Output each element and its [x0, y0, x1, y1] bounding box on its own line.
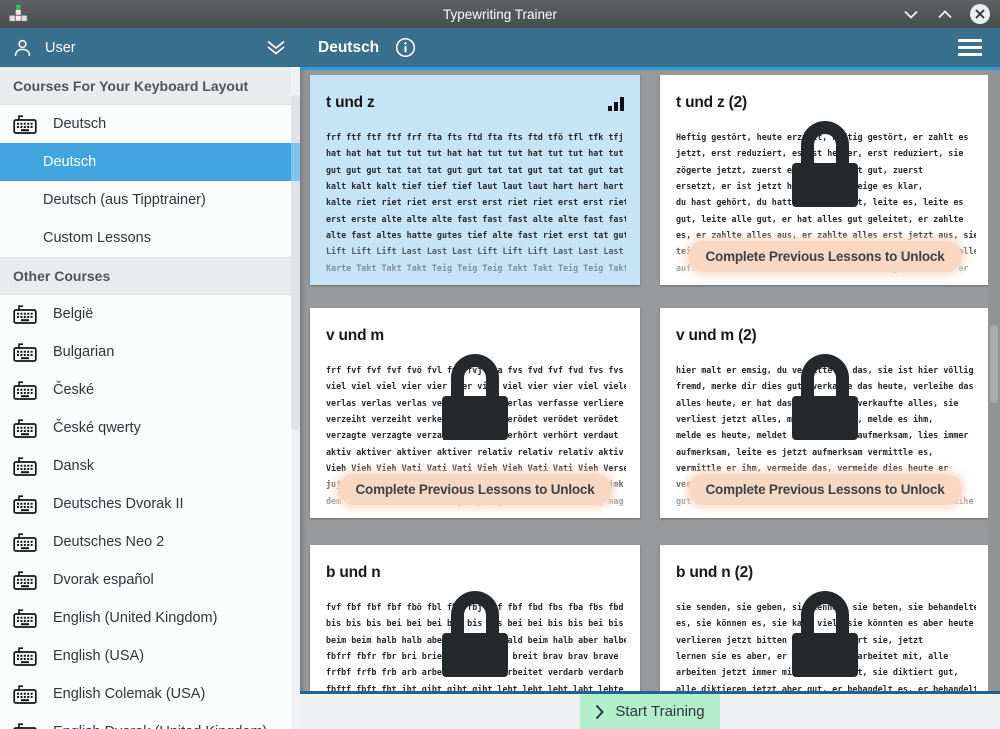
- sidebar-item-label: Deutsches Neo 2: [53, 534, 164, 550]
- sidebar-item-custom-lessons[interactable]: Custom Lessons: [0, 219, 300, 257]
- lesson-title: t und z (2): [660, 75, 990, 112]
- close-x-icon: [975, 9, 985, 19]
- keyboard-icon: [13, 341, 37, 363]
- course-header: Deutsch: [300, 28, 1000, 67]
- keyboard-icon: [13, 113, 37, 135]
- sidebar-item-bulgarian[interactable]: Bulgarian: [0, 333, 300, 371]
- typewriting-trainer-window: Typewriting Trainer User: [0, 0, 1000, 729]
- lesson-preview-text: frf ftf ftf ftf frf fta fts ftd fta fts …: [326, 129, 626, 285]
- course-title: Deutsch: [318, 39, 379, 57]
- sidebar-item-label: English Dvorak (United Kingdom): [53, 724, 267, 729]
- keyboard-icon: [13, 493, 37, 515]
- sidebar-item-label: Deutsch: [43, 154, 96, 170]
- start-training-label: Start Training: [615, 703, 704, 720]
- keyboard-icon: [13, 531, 37, 553]
- double-chevron-down-icon: [266, 40, 286, 55]
- keyboard-icon: [13, 607, 37, 629]
- course-list: Courses For Your Keyboard Layout Deutsch…: [0, 67, 300, 729]
- sidebar-item-esk[interactable]: České: [0, 371, 300, 409]
- keyboard-icon: [13, 721, 37, 729]
- sidebar-item-label: České qwerty: [53, 420, 141, 436]
- sidebar-item-label: Custom Lessons: [43, 230, 151, 246]
- lesson-card-t-und-z[interactable]: t und z frf ftf ftf ftf frf fta fts ftd …: [310, 75, 640, 285]
- keyboard-icon: [13, 645, 37, 667]
- unlock-notice-badge: Complete Previous Lessons to Unlock: [338, 474, 611, 505]
- lesson-title: v und m (2): [660, 308, 990, 345]
- bar-chart-icon: [608, 97, 624, 111]
- sidebar-section-courses-for-your-keyboard-layout: Courses For Your Keyboard Layout: [0, 67, 300, 105]
- lock-icon: [792, 121, 858, 207]
- sidebar-item-label: Bulgarian: [53, 344, 114, 360]
- keyboard-icon: [13, 379, 37, 401]
- sidebar-item-deutsch[interactable]: Deutsch: [0, 143, 300, 181]
- sidebar-item-dvorak-espa-ol[interactable]: Dvorak español: [0, 561, 300, 599]
- keyboard-icon: [13, 303, 37, 325]
- start-training-button[interactable]: Start Training: [580, 694, 720, 729]
- lesson-card-v-und-m[interactable]: v und m frf fvf fvf fvf fvö fvl fvk fvj …: [310, 308, 640, 518]
- sidebar-item-label: Dansk: [53, 458, 94, 474]
- window-title: Typewriting Trainer: [0, 7, 1000, 22]
- unlock-notice-badge: Complete Previous Lessons to Unlock: [688, 474, 961, 505]
- keyboard-icon: [13, 569, 37, 591]
- lock-icon: [792, 354, 858, 440]
- info-icon[interactable]: [395, 37, 416, 58]
- sidebar-item-deutsch[interactable]: Deutsch: [0, 105, 300, 143]
- lesson-title: t und z: [310, 75, 640, 112]
- keyboard-icon: [13, 417, 37, 439]
- lock-icon: [442, 591, 508, 677]
- sidebar-item-label: English (USA): [53, 648, 144, 664]
- keyboard-icon: [13, 455, 37, 477]
- keyboard-icon: [13, 683, 37, 705]
- sidebar-item-deutsches-neo-2[interactable]: Deutsches Neo 2: [0, 523, 300, 561]
- sidebar-item-label: België: [53, 306, 93, 322]
- sidebar-section-other-courses: Other Courses: [0, 257, 300, 295]
- lesson-scrollbar: [988, 70, 1000, 691]
- person-icon: [14, 39, 31, 57]
- sidebar-item-belgi[interactable]: België: [0, 295, 300, 333]
- minimize-button[interactable]: [902, 5, 920, 23]
- chevron-down-icon: [904, 10, 918, 19]
- user-label: User: [45, 40, 76, 56]
- maximize-button[interactable]: [936, 5, 954, 23]
- lesson-card-b-und-n-2[interactable]: b und n (2) sie senden, sie geben, sie k…: [660, 545, 990, 691]
- sidebar-item-english-usa[interactable]: English (USA): [0, 637, 300, 675]
- chevron-up-icon: [938, 10, 952, 19]
- lesson-card-v-und-m-2[interactable]: v und m (2) hier malt er emsig, du vermi…: [660, 308, 990, 518]
- sidebar-item-label: Dvorak español: [53, 572, 154, 588]
- titlebar[interactable]: Typewriting Trainer: [0, 0, 1000, 28]
- sidebar-item-label: Courses For Your Keyboard Layout: [13, 78, 248, 94]
- sidebar-item-dansk[interactable]: Dansk: [0, 447, 300, 485]
- lesson-card-b-und-n[interactable]: b und n fvf fbf fbf fbf fbö fbl fbk fbj …: [310, 545, 640, 691]
- lesson-title: v und m: [310, 308, 640, 345]
- user-selector[interactable]: User: [0, 28, 300, 67]
- close-button[interactable]: [970, 4, 990, 24]
- lesson-grid: t und z frf ftf ftf ftf frf fta fts ftd …: [300, 70, 1000, 691]
- sidebar-item-label: English Colemak (USA): [53, 686, 205, 702]
- footer-bar: Start Training: [300, 691, 1000, 729]
- lock-icon: [442, 354, 508, 440]
- sidebar-item-esk-qwerty[interactable]: České qwerty: [0, 409, 300, 447]
- lesson-title: b und n: [310, 545, 640, 582]
- lesson-title: b und n (2): [660, 545, 990, 582]
- hamburger-menu-icon[interactable]: [958, 39, 982, 56]
- sidebar-item-label: Deutsch (aus Tipptrainer): [43, 192, 206, 208]
- sidebar-item-label: English (United Kingdom): [53, 610, 217, 626]
- main-panel: Deutsch t und z frf ftf ftf ftf frf fta …: [300, 28, 1000, 729]
- sidebar-item-deutsches-dvorak-ii[interactable]: Deutsches Dvorak II: [0, 485, 300, 523]
- sidebar-item-english-dvorak-united-kingdom[interactable]: English Dvorak (United Kingdom): [0, 713, 300, 729]
- unlock-notice-badge: Complete Previous Lessons to Unlock: [688, 241, 961, 272]
- sidebar-item-label: Deutsches Dvorak II: [53, 496, 184, 512]
- sidebar-item-label: Other Courses: [13, 268, 110, 284]
- sidebar-item-english-colemak-usa[interactable]: English Colemak (USA): [0, 675, 300, 713]
- chevron-right-icon: [595, 704, 604, 720]
- sidebar-item-deutsch-aus-tipptrainer[interactable]: Deutsch (aus Tipptrainer): [0, 181, 300, 219]
- app-icon: [8, 4, 28, 24]
- course-sidebar: User Courses For Your Keyboard Layout De…: [0, 28, 300, 729]
- sidebar-item-label: České: [53, 382, 94, 398]
- sidebar-item-label: Deutsch: [53, 116, 106, 132]
- sidebar-item-english-united-kingdom[interactable]: English (United Kingdom): [0, 599, 300, 637]
- lesson-scrollbar-handle[interactable]: [990, 325, 998, 403]
- lesson-card-t-und-z-2[interactable]: t und z (2) Heftig gestört, heute erziel…: [660, 75, 990, 285]
- lock-icon: [792, 591, 858, 677]
